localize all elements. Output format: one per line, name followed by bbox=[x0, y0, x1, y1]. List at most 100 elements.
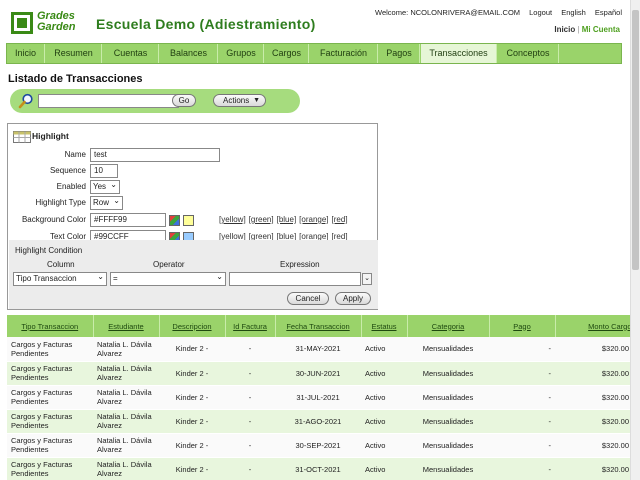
name-label: Name bbox=[64, 150, 86, 159]
bg-yellow-link[interactable]: [yellow] bbox=[219, 215, 246, 224]
table-cell: 31-JUL-2021 bbox=[275, 385, 361, 410]
table-cell: $320.00 bbox=[555, 361, 633, 386]
table-cell: - bbox=[489, 433, 555, 458]
operator-header: Operator bbox=[153, 260, 185, 269]
espanol-link[interactable]: Español bbox=[595, 8, 622, 17]
color-palette-icon[interactable] bbox=[169, 215, 180, 226]
logo-text: Grades Garden bbox=[37, 10, 76, 33]
name-field[interactable]: test bbox=[90, 148, 220, 162]
page-title: Listado de Transacciones bbox=[8, 73, 143, 85]
cancel-button[interactable]: Cancel bbox=[287, 292, 329, 305]
table-cell: Cargos y Facturas Pendientes bbox=[7, 409, 93, 434]
background-color-label: Background Color bbox=[21, 215, 86, 224]
table-cell: Kinder 2 - bbox=[159, 457, 225, 480]
bg-red-link[interactable]: [red] bbox=[332, 215, 348, 224]
table-cell: Cargos y Facturas Pendientes bbox=[7, 361, 93, 386]
table-cell: Natalia L. Dávila Alvarez bbox=[93, 337, 159, 362]
inicio-link[interactable]: Inicio bbox=[554, 25, 575, 34]
bg-blue-link[interactable]: [blue] bbox=[277, 215, 297, 224]
table-cell: - bbox=[489, 361, 555, 386]
table-cell: Activo bbox=[361, 337, 407, 362]
mi-cuenta-link[interactable]: Mi Cuenta bbox=[582, 25, 620, 34]
sequence-field[interactable]: 10 bbox=[90, 164, 118, 178]
table-cell: Activo bbox=[361, 409, 407, 434]
table-row: Cargos y Facturas Pendientes Natalia L. D… bbox=[7, 385, 633, 410]
table-cell: - bbox=[489, 457, 555, 480]
column-header: Column bbox=[47, 260, 75, 269]
table-cell: 31-MAY-2021 bbox=[275, 337, 361, 362]
enabled-select[interactable]: Yes bbox=[90, 179, 120, 194]
tab-cargos[interactable]: Cargos bbox=[265, 44, 309, 63]
operator-select[interactable]: = bbox=[110, 271, 226, 286]
column-select[interactable]: Tipo Transaccion bbox=[13, 271, 107, 286]
table-cell: $320.00 bbox=[555, 409, 633, 434]
tab-cuentas[interactable]: Cuentas bbox=[103, 44, 159, 63]
tab-inicio[interactable]: Inicio bbox=[7, 44, 45, 63]
tab-transacciones[interactable]: Transacciones bbox=[421, 44, 497, 63]
bg-orange-link[interactable]: [orange] bbox=[299, 215, 328, 224]
background-color-field[interactable]: #FFFF99 bbox=[90, 213, 166, 227]
table-cell: Mensualidades bbox=[407, 457, 489, 480]
tab-pagos[interactable]: Pagos bbox=[379, 44, 420, 63]
table-cell: Mensualidades bbox=[407, 433, 489, 458]
col-categoria[interactable]: Categoria bbox=[407, 315, 490, 337]
table-row: Cargos y Facturas Pendientes Natalia L. D… bbox=[7, 337, 633, 362]
logout-link[interactable]: Logout bbox=[529, 8, 552, 17]
table-highlight-icon bbox=[13, 131, 31, 143]
enabled-label: Enabled bbox=[56, 182, 86, 191]
condition-label: Highlight Condition bbox=[15, 246, 83, 255]
table-cell: $320.00 bbox=[555, 385, 633, 410]
col-fecha-transaccion[interactable]: Fecha Transaccion bbox=[275, 315, 362, 337]
highlight-type-select[interactable]: Row bbox=[90, 195, 123, 210]
table-cell: 30-JUN-2021 bbox=[275, 361, 361, 386]
table-cell: Natalia L. Dávila Alvarez bbox=[93, 385, 159, 410]
col-estudiante[interactable]: Estudiante bbox=[93, 315, 160, 337]
table-cell: Cargos y Facturas Pendientes bbox=[7, 385, 93, 410]
table-cell: - bbox=[225, 361, 275, 386]
tab-facturacion[interactable]: Facturación bbox=[310, 44, 378, 63]
table-cell: Activo bbox=[361, 361, 407, 386]
table-cell: - bbox=[489, 337, 555, 362]
table-cell: Kinder 2 - bbox=[159, 385, 225, 410]
english-link[interactable]: English bbox=[561, 8, 586, 17]
highlight-title: Highlight bbox=[32, 131, 69, 141]
background-color-swatch bbox=[183, 215, 194, 226]
scrollbar-thumb[interactable] bbox=[632, 10, 639, 270]
bg-green-link[interactable]: [green] bbox=[249, 215, 274, 224]
expression-header: Expression bbox=[280, 260, 320, 269]
col-monto-cargo[interactable]: Monto Cargo bbox=[555, 315, 633, 337]
magnifier-icon[interactable] bbox=[18, 93, 34, 109]
table-cell: Mensualidades bbox=[407, 361, 489, 386]
user-links: Welcome: NCOLONRIVERA@EMAIL.COM Logout E… bbox=[375, 8, 622, 17]
grades-garden-logo[interactable]: Grades Garden bbox=[11, 11, 81, 35]
table-cell: - bbox=[225, 409, 275, 434]
col-descripcion[interactable]: Descripcion bbox=[159, 315, 226, 337]
search-input[interactable] bbox=[38, 94, 179, 108]
table-cell: $320.00 bbox=[555, 433, 633, 458]
table-cell: Mensualidades bbox=[407, 337, 489, 362]
tab-conceptos[interactable]: Conceptos bbox=[498, 44, 559, 63]
tab-resumen[interactable]: Resumen bbox=[46, 44, 102, 63]
table-cell: Activo bbox=[361, 433, 407, 458]
tab-grupos[interactable]: Grupos bbox=[219, 44, 264, 63]
expression-field[interactable] bbox=[229, 272, 361, 286]
table-cell: Kinder 2 - bbox=[159, 409, 225, 434]
col-tipo-transaccion[interactable]: Tipo Transaccion bbox=[7, 315, 94, 337]
table-cell: - bbox=[225, 385, 275, 410]
expression-dropdown-icon[interactable]: ⌄ bbox=[362, 273, 372, 285]
tab-balances[interactable]: Balances bbox=[160, 44, 218, 63]
col-id-factura[interactable]: Id Factura bbox=[225, 315, 276, 337]
table-cell: - bbox=[489, 409, 555, 434]
col-pago[interactable]: Pago bbox=[489, 315, 556, 337]
apply-button[interactable]: Apply bbox=[335, 292, 371, 305]
table-row: Cargos y Facturas Pendientes Natalia L. D… bbox=[7, 457, 633, 480]
table-cell: Kinder 2 - bbox=[159, 433, 225, 458]
go-button[interactable]: Go bbox=[172, 94, 196, 107]
table-cell: Kinder 2 - bbox=[159, 361, 225, 386]
table-cell: - bbox=[225, 457, 275, 480]
search-bar: Go Actions ▼ bbox=[10, 89, 300, 113]
sequence-label: Sequence bbox=[49, 166, 86, 175]
col-estatus[interactable]: Estatus bbox=[361, 315, 408, 337]
table-cell: 31-AGO-2021 bbox=[275, 409, 361, 434]
actions-button[interactable]: Actions ▼ bbox=[213, 94, 266, 107]
